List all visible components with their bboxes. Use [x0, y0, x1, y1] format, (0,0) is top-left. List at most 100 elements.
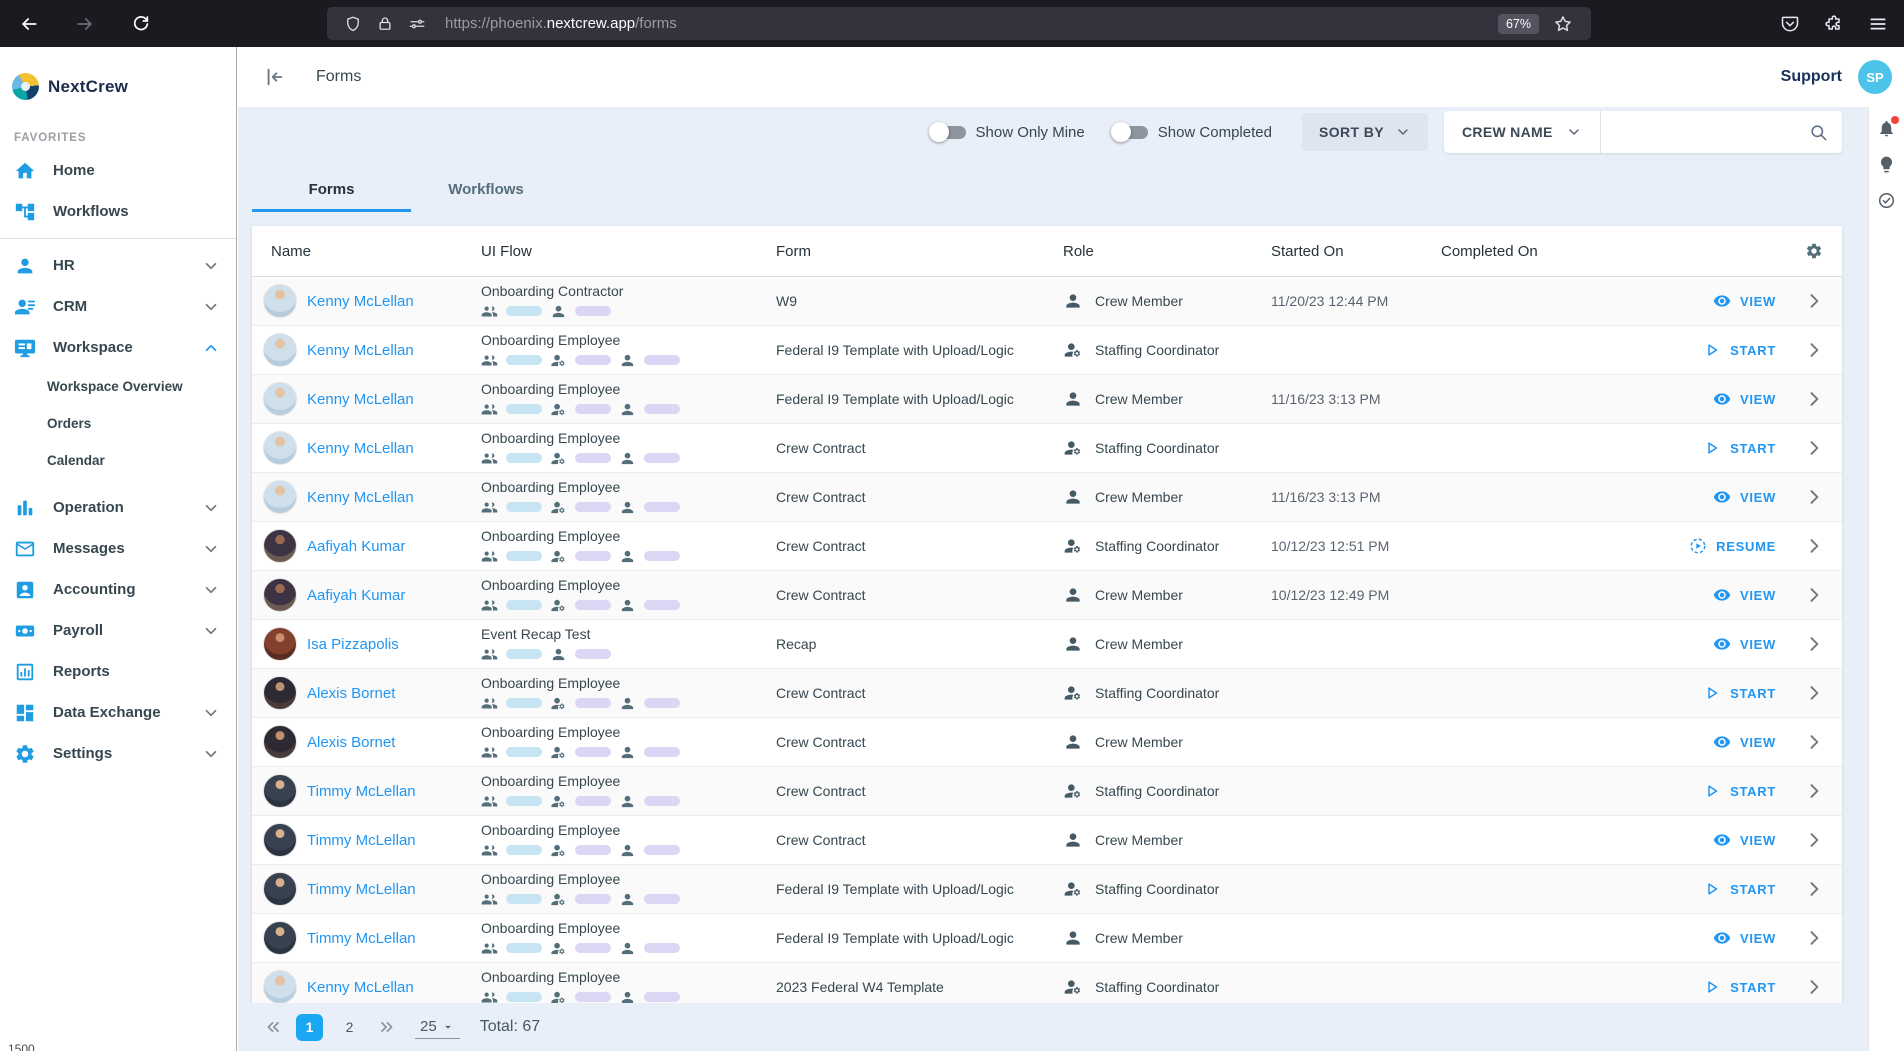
user-avatar[interactable]: SP	[1858, 60, 1892, 94]
crew-name-link[interactable]: Timmy McLellan	[307, 783, 416, 800]
crew-name-link[interactable]: Kenny McLellan	[307, 489, 414, 506]
site-permissions-icon[interactable]	[408, 15, 426, 33]
column-header-ui-flow[interactable]: UI Flow	[481, 243, 776, 260]
crew-name-link[interactable]: Isa Pizzapolis	[307, 636, 399, 653]
view-button[interactable]: VIEW	[1713, 586, 1776, 604]
search-icon[interactable]	[1809, 123, 1828, 142]
crew-name-link[interactable]: Timmy McLellan	[307, 881, 416, 898]
crew-name-link[interactable]: Alexis Bornet	[307, 685, 395, 702]
crew-name-link[interactable]: Aafiyah Kumar	[307, 538, 405, 555]
column-header-form[interactable]: Form	[776, 243, 1063, 260]
view-button[interactable]: VIEW	[1713, 292, 1776, 310]
pocket-icon[interactable]	[1780, 14, 1800, 34]
view-button[interactable]: VIEW	[1713, 635, 1776, 653]
column-header-role[interactable]: Role	[1063, 243, 1271, 260]
crew-name-link[interactable]: Kenny McLellan	[307, 342, 414, 359]
last-page-button[interactable]	[377, 1017, 397, 1037]
sidebar-item-workspace[interactable]: Workspace	[0, 327, 236, 368]
sidebar-item-messages[interactable]: Messages	[0, 528, 236, 569]
row-chevron-icon[interactable]	[1804, 830, 1824, 850]
row-chevron-icon[interactable]	[1804, 536, 1824, 556]
table-row: Kenny McLellan Onboarding Employee Federal…	[252, 375, 1842, 424]
sidebar-item-payroll[interactable]: Payroll	[0, 610, 236, 651]
lightbulb-icon[interactable]	[1877, 155, 1896, 174]
sidebar-item-settings[interactable]: Settings	[0, 733, 236, 774]
row-chevron-icon[interactable]	[1804, 634, 1824, 654]
row-chevron-icon[interactable]	[1804, 291, 1824, 311]
browser-menu-icon[interactable]	[1868, 14, 1888, 34]
sidebar-item-operation[interactable]: Operation	[0, 487, 236, 528]
row-chevron-icon[interactable]	[1804, 928, 1824, 948]
start-button[interactable]: START	[1703, 978, 1776, 996]
connection-lock-icon[interactable]	[376, 15, 394, 33]
crew-name-link[interactable]: Kenny McLellan	[307, 293, 414, 310]
row-chevron-icon[interactable]	[1804, 340, 1824, 360]
tab-forms[interactable]: Forms	[252, 167, 411, 212]
sidebar-item-accounting[interactable]: Accounting	[0, 569, 236, 610]
sidebar-subitem-workspace-overview[interactable]: Workspace Overview	[0, 368, 236, 405]
address-bar[interactable]: https://phoenix.nextcrew.app/forms 67%	[327, 7, 1591, 40]
extensions-puzzle-icon[interactable]	[1824, 14, 1844, 34]
crew-name-link[interactable]: Aafiyah Kumar	[307, 587, 405, 604]
column-settings-gear-icon[interactable]	[1805, 242, 1823, 260]
sidebar-item-home[interactable]: Home	[0, 150, 236, 191]
browser-reload-button[interactable]	[126, 9, 156, 39]
search-field-selector[interactable]: CREW NAME	[1444, 111, 1601, 153]
sidebar-collapse-icon[interactable]	[264, 66, 286, 88]
page-size-select[interactable]: 25	[415, 1015, 460, 1039]
crew-name-link[interactable]: Timmy McLellan	[307, 930, 416, 947]
tasks-check-icon[interactable]	[1877, 191, 1896, 210]
row-chevron-icon[interactable]	[1804, 732, 1824, 752]
crew-name-link[interactable]: Kenny McLellan	[307, 440, 414, 457]
row-chevron-icon[interactable]	[1804, 781, 1824, 801]
crew-name-link[interactable]: Alexis Bornet	[307, 734, 395, 751]
row-chevron-icon[interactable]	[1804, 977, 1824, 997]
zoom-level-badge[interactable]: 67%	[1497, 13, 1539, 34]
start-button[interactable]: START	[1703, 341, 1776, 359]
crew-name-link[interactable]: Timmy McLellan	[307, 832, 416, 849]
resume-button[interactable]: RESUME	[1689, 537, 1776, 555]
row-chevron-icon[interactable]	[1804, 389, 1824, 409]
row-chevron-icon[interactable]	[1804, 683, 1824, 703]
view-button[interactable]: VIEW	[1713, 733, 1776, 751]
row-chevron-icon[interactable]	[1804, 438, 1824, 458]
tracking-protection-shield-icon[interactable]	[344, 15, 362, 33]
browser-forward-button[interactable]	[70, 9, 100, 39]
start-button[interactable]: START	[1703, 782, 1776, 800]
crew-name-link[interactable]: Kenny McLellan	[307, 391, 414, 408]
browser-back-button[interactable]	[14, 9, 44, 39]
sidebar-item-data-exchange[interactable]: Data Exchange	[0, 692, 236, 733]
crew-name-link[interactable]: Kenny McLellan	[307, 979, 414, 996]
sidebar-subitem-orders[interactable]: Orders	[0, 405, 236, 442]
tab-workflows[interactable]: Workflows	[411, 167, 561, 212]
view-button[interactable]: VIEW	[1713, 929, 1776, 947]
row-chevron-icon[interactable]	[1804, 585, 1824, 605]
notifications-bell-icon[interactable]	[1877, 116, 1899, 138]
row-chevron-icon[interactable]	[1804, 487, 1824, 507]
column-header-started-on[interactable]: Started On	[1271, 243, 1441, 260]
start-button[interactable]: START	[1703, 684, 1776, 702]
sort-by-button[interactable]: SORT BY	[1301, 113, 1428, 151]
sidebar-subitem-calendar[interactable]: Calendar	[0, 442, 236, 479]
column-header-name[interactable]: Name	[252, 243, 481, 260]
start-button[interactable]: START	[1703, 880, 1776, 898]
support-link[interactable]: Support	[1781, 68, 1842, 86]
search-input[interactable]	[1600, 111, 1809, 153]
sidebar-item-crm[interactable]: CRM	[0, 286, 236, 327]
column-header-completed-on[interactable]: Completed On	[1441, 243, 1581, 260]
page-button-2[interactable]: 2	[336, 1014, 363, 1041]
bookmark-star-icon[interactable]	[1553, 14, 1573, 34]
sidebar-item-reports[interactable]: Reports	[0, 651, 236, 692]
page-button-1[interactable]: 1	[296, 1013, 323, 1041]
view-button[interactable]: VIEW	[1713, 488, 1776, 506]
view-button[interactable]: VIEW	[1713, 390, 1776, 408]
start-button[interactable]: START	[1703, 439, 1776, 457]
sidebar-item-workflows[interactable]: Workflows	[0, 191, 236, 232]
table-row: Kenny McLellan Onboarding Employee Crew Co…	[252, 473, 1842, 522]
view-button[interactable]: VIEW	[1713, 831, 1776, 849]
first-page-button[interactable]	[263, 1017, 283, 1037]
row-chevron-icon[interactable]	[1804, 879, 1824, 899]
sidebar-item-hr[interactable]: HR	[0, 245, 236, 286]
show-only-mine-toggle[interactable]	[928, 122, 967, 142]
show-completed-toggle[interactable]	[1110, 122, 1149, 142]
